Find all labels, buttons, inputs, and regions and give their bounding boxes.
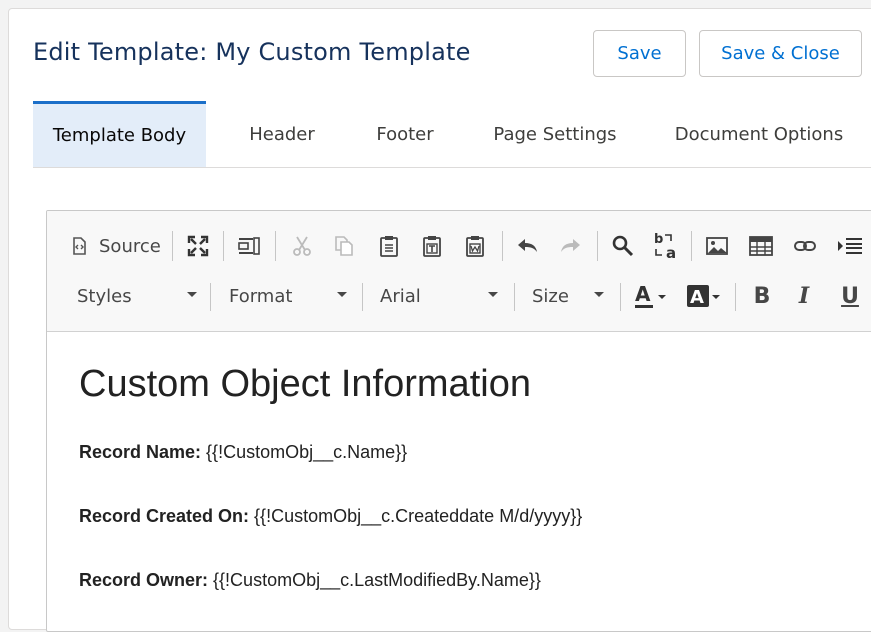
text-color-icon: A — [635, 282, 666, 308]
save-button[interactable]: Save — [593, 30, 686, 77]
field-merge-value: {{!CustomObj__c.Createddate M/d/yyyy}} — [249, 506, 583, 526]
paste-from-word-icon — [466, 236, 484, 257]
maximize-button[interactable] — [185, 231, 211, 261]
paste-text-icon — [423, 236, 441, 257]
find-button[interactable] — [610, 231, 636, 261]
styles-dropdown-label: Styles — [77, 285, 132, 307]
svg-text:a: a — [666, 244, 676, 261]
replace-button[interactable]: ba — [651, 229, 681, 263]
replace-icon: ba — [654, 232, 676, 261]
show-blocks-button[interactable] — [235, 231, 263, 261]
format-dropdown-label: Format — [229, 285, 293, 307]
toolbar-divider — [514, 283, 515, 311]
styles-dropdown[interactable]: Styles — [77, 276, 197, 316]
underline-button[interactable]: U — [837, 279, 863, 313]
save-close-button[interactable]: Save & Close — [699, 30, 862, 77]
cut-button[interactable] — [290, 231, 314, 261]
italic-button[interactable]: I — [791, 279, 817, 313]
svg-text:b: b — [654, 232, 663, 247]
format-dropdown[interactable]: Format — [229, 276, 347, 316]
bold-button[interactable]: B — [749, 279, 775, 313]
copy-icon — [335, 236, 353, 256]
toolbar-divider — [620, 283, 621, 311]
redo-button[interactable] — [557, 231, 583, 261]
maximize-icon — [187, 235, 209, 257]
field-label: Record Name: — [79, 442, 202, 462]
undo-icon — [518, 239, 537, 252]
svg-text:A: A — [635, 282, 651, 306]
field-merge-value: {{!CustomObj__c.LastModifiedBy.Name}} — [208, 570, 541, 590]
toolbar-divider — [172, 231, 173, 261]
toolbar-divider — [210, 283, 211, 311]
link-button[interactable] — [792, 231, 818, 261]
field-merge-value: {{!CustomObj__c.Name}} — [201, 442, 408, 462]
paste-icon — [380, 236, 398, 257]
show-blocks-icon — [238, 237, 260, 255]
chevron-down-icon — [337, 292, 347, 297]
find-icon — [612, 235, 634, 257]
tab-header[interactable]: Header — [229, 101, 335, 167]
paste-button[interactable] — [377, 231, 401, 261]
image-button[interactable] — [704, 231, 730, 261]
rich-text-editor[interactable]: Source b a Styles Format Arial Size A A … — [46, 210, 871, 632]
size-dropdown[interactable]: Size — [532, 276, 604, 316]
page-title: Edit Template: My Custom Template — [33, 38, 471, 66]
image-icon — [706, 237, 728, 255]
document-heading: Custom Object Information — [79, 363, 531, 405]
redo-icon — [561, 239, 580, 252]
toolbar-divider — [362, 283, 363, 311]
chevron-down-icon — [187, 292, 197, 297]
text-color-button[interactable]: A — [633, 279, 669, 313]
chevron-down-icon — [594, 292, 604, 297]
italic-icon: I — [798, 283, 810, 309]
record-name-line: Record Name: {{!CustomObj__c.Name}} — [79, 442, 407, 463]
paste-from-word-button[interactable] — [463, 231, 487, 261]
bold-icon: B — [753, 283, 771, 309]
field-label: Record Created On: — [79, 506, 250, 526]
tab-page-settings[interactable]: Page Settings — [485, 101, 625, 167]
tab-template-body[interactable]: Template Body — [33, 101, 206, 167]
underline-icon: U — [841, 283, 859, 309]
font-dropdown[interactable]: Arial — [380, 276, 498, 316]
editor-toolbar: Source b a Styles Format Arial Size A A … — [47, 211, 871, 332]
indent-button[interactable] — [835, 231, 865, 261]
toolbar-divider — [735, 283, 736, 311]
background-color-icon: A — [687, 285, 720, 308]
chevron-down-icon — [488, 292, 498, 297]
field-label: Record Owner: — [79, 570, 209, 590]
svg-text:A: A — [690, 287, 704, 308]
paste-text-button[interactable] — [420, 231, 444, 261]
toolbar-divider — [223, 231, 224, 261]
toolbar-divider — [502, 231, 503, 261]
source-icon — [73, 237, 86, 255]
background-color-button[interactable]: A — [685, 279, 723, 313]
record-owner-line: Record Owner: {{!CustomObj__c.LastModifi… — [79, 570, 541, 591]
undo-button[interactable] — [515, 231, 541, 261]
toolbar-divider — [691, 231, 692, 261]
source-button[interactable]: Source — [69, 231, 161, 261]
cut-icon — [293, 236, 311, 256]
indent-icon — [838, 238, 862, 254]
font-dropdown-label: Arial — [380, 285, 421, 307]
link-icon — [794, 241, 816, 251]
table-icon — [749, 236, 773, 256]
copy-button[interactable] — [332, 231, 356, 261]
record-created-on-line: Record Created On: {{!CustomObj__c.Creat… — [79, 506, 582, 527]
tab-footer[interactable]: Footer — [355, 101, 455, 167]
table-button[interactable] — [747, 231, 775, 261]
toolbar-divider — [597, 231, 598, 261]
tab-bar: Template Body Header Footer Page Setting… — [33, 101, 871, 168]
source-label: Source — [99, 235, 161, 257]
tab-document-options[interactable]: Document Options — [663, 101, 855, 167]
size-dropdown-label: Size — [532, 285, 569, 307]
toolbar-divider — [275, 231, 276, 261]
